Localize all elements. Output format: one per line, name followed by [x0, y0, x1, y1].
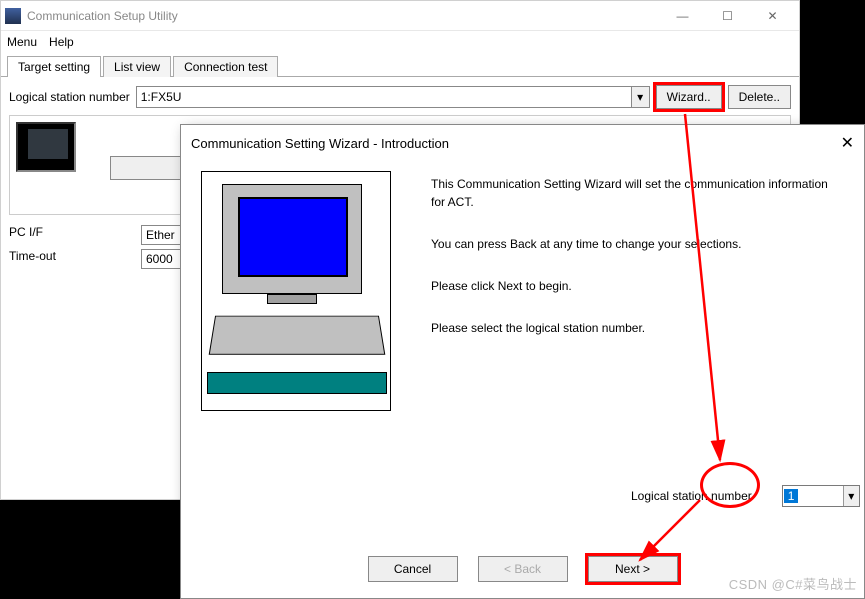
tab-list-view[interactable]: List view	[103, 56, 171, 77]
monitor-icon	[222, 184, 362, 294]
titlebar: Communication Setup Utility — ☐ ✕	[1, 1, 799, 31]
tab-target-setting[interactable]: Target setting	[7, 56, 101, 77]
tab-connection-test[interactable]: Connection test	[173, 56, 278, 77]
wizard-p3: Please click Next to begin.	[431, 277, 844, 295]
wizard-p4: Please select the logical station number…	[431, 319, 844, 337]
wizard-text: This Communication Setting Wizard will s…	[431, 171, 844, 411]
stand-icon	[267, 294, 317, 304]
wizard-p2: You can press Back at any time to change…	[431, 235, 844, 253]
wizard-body: This Communication Setting Wizard will s…	[181, 161, 864, 411]
wizard-close-button[interactable]: ✕	[841, 133, 854, 153]
tabs: Target setting List view Connection test	[1, 53, 799, 77]
menu-item-help[interactable]: Help	[49, 35, 74, 49]
screen-icon	[238, 197, 348, 277]
wizard-station-combo[interactable]: 1 ▾	[782, 485, 860, 507]
station-row: Logical station number 1:FX5U ▾ Wizard..…	[9, 85, 791, 109]
delete-button[interactable]: Delete..	[728, 85, 791, 109]
wizard-image	[201, 171, 391, 411]
wizard-p1: This Communication Setting Wizard will s…	[431, 175, 844, 211]
menu-item-menu[interactable]: Menu	[7, 35, 37, 49]
chevron-down-icon[interactable]: ▾	[843, 486, 859, 506]
wizard-station-value: 1	[784, 489, 799, 503]
computer-icon	[16, 122, 76, 172]
cancel-button[interactable]: Cancel	[368, 556, 458, 582]
menubar: Menu Help	[1, 31, 799, 53]
back-button: < Back	[478, 556, 568, 582]
wizard-title: Communication Setting Wizard - Introduct…	[191, 136, 841, 151]
next-button[interactable]: Next >	[588, 556, 678, 582]
keyboard-icon	[209, 316, 386, 355]
station-combo[interactable]: 1:FX5U ▾	[136, 86, 650, 108]
minimize-button[interactable]: —	[660, 1, 705, 30]
station-label: Logical station number	[9, 90, 130, 104]
close-button[interactable]: ✕	[750, 1, 795, 30]
wizard-station-row: Logical station number 1 ▾	[631, 485, 860, 507]
station-combo-value: 1:FX5U	[141, 90, 182, 104]
wizard-buttons: Cancel < Back Next >	[181, 556, 864, 582]
pcif-label: PC I/F	[9, 225, 141, 245]
timeout-label: Time-out	[9, 249, 141, 269]
wizard-button[interactable]: Wizard..	[656, 85, 722, 109]
chevron-down-icon[interactable]: ▾	[631, 87, 649, 107]
wizard-dialog: Communication Setting Wizard - Introduct…	[180, 124, 865, 599]
window-title: Communication Setup Utility	[27, 9, 660, 23]
app-icon	[5, 8, 21, 24]
maximize-button[interactable]: ☐	[705, 1, 750, 30]
arrow-icon	[207, 372, 387, 394]
wizard-station-label: Logical station number	[631, 489, 752, 503]
wizard-titlebar: Communication Setting Wizard - Introduct…	[181, 125, 864, 161]
